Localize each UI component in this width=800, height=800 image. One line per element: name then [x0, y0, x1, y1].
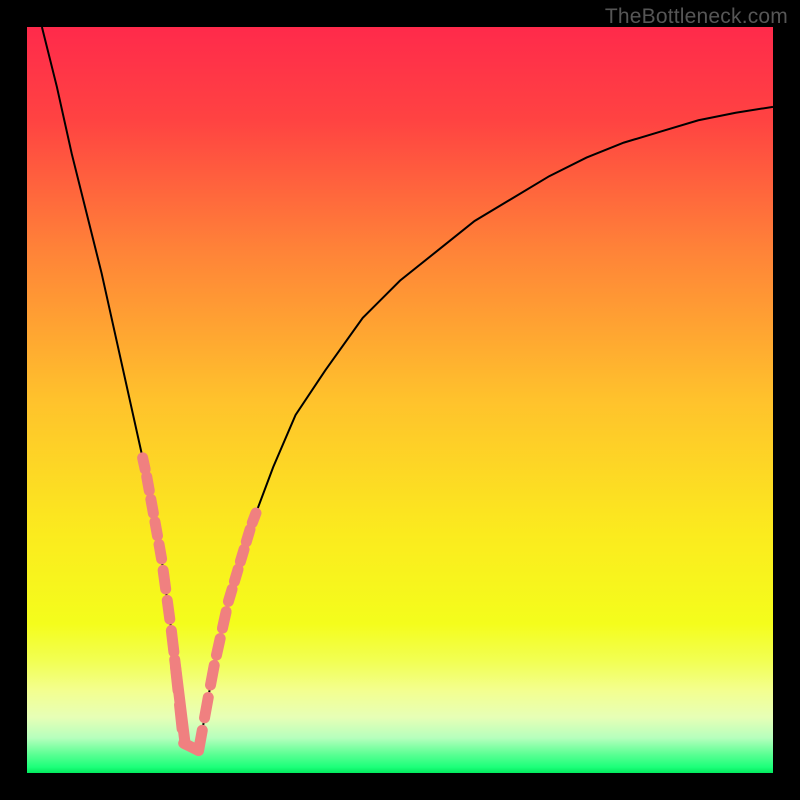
bead [184, 743, 197, 750]
bead [155, 522, 158, 536]
bead [228, 589, 232, 601]
bead [205, 697, 209, 717]
bead-markers [143, 458, 256, 751]
bead [159, 544, 162, 559]
bead [163, 570, 166, 589]
bead [252, 513, 256, 523]
bead [147, 477, 150, 491]
chart-frame: TheBottleneck.com [0, 0, 800, 800]
bead [167, 600, 170, 619]
curve-layer [27, 27, 773, 773]
bead [171, 631, 174, 653]
bead [151, 499, 154, 513]
bead [143, 458, 146, 469]
bead [234, 569, 238, 581]
bead [211, 665, 215, 685]
bead [240, 549, 244, 561]
bottleneck-curve [42, 27, 773, 751]
bead [216, 638, 220, 655]
bead [246, 529, 250, 541]
bead [175, 660, 185, 744]
watermark-text: TheBottleneck.com [605, 5, 788, 29]
bead [222, 612, 226, 629]
plot-area [27, 27, 773, 773]
